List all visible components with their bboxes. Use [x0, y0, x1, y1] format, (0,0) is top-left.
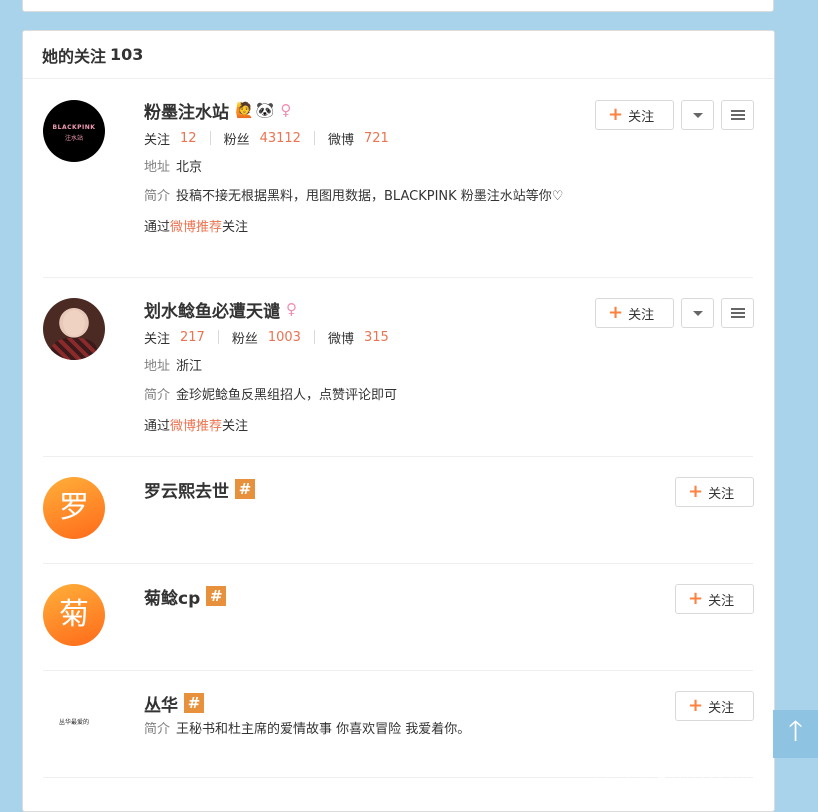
scroll-to-top-button[interactable]: 🡑	[773, 710, 818, 758]
avatar[interactable]	[43, 298, 105, 360]
follow-count[interactable]: 12	[180, 131, 197, 146]
intro-line: 简介 王秘书和杜主席的爱情故事 你喜欢冒险 我爱着你。	[144, 722, 471, 737]
panda-badge-icon: 🐼	[255, 101, 275, 119]
fans-label: 粉丝	[231, 331, 258, 347]
weibo-label: 微博	[327, 331, 354, 347]
via-line: 通过微博推荐关注	[144, 220, 249, 235]
follow-label: 关注	[144, 331, 171, 347]
user-name[interactable]: 划水鲶鱼必遭天谴	[144, 297, 280, 322]
intro-value: 投稿不接无根据黑料，甩图甩数据，BLACKPINK 粉墨注水站等你♡	[176, 189, 564, 204]
weibo-count[interactable]: 315	[364, 330, 389, 345]
female-icon: ♀	[280, 101, 292, 119]
intro-line: 简介 金珍妮鲶鱼反黑组招人，点赞评论即可	[144, 388, 398, 403]
arrow-up-icon: 🡑	[788, 714, 803, 747]
divider	[217, 330, 219, 344]
chevron-down-icon	[692, 112, 703, 118]
hashtag-badge-icon: #	[235, 479, 255, 499]
avatar-logo-text: BLACKPINK	[52, 124, 96, 131]
user-name[interactable]: 罗云熙去世	[144, 477, 229, 502]
menu-icon	[730, 110, 745, 120]
following-panel: 她的关注 103 BLACKPINK 注水站 粉墨注水站 🙋 🐼 ♀ 关注 12 …	[22, 30, 775, 812]
address-line: 地址 浙江	[144, 359, 203, 374]
follow-button[interactable]: + 关注	[675, 691, 754, 721]
user-info: 粉墨注水站 🙋 🐼 ♀ 关注 12 粉丝 43112 微博 721 地址 北京 简介 投稿…	[144, 99, 574, 235]
panel-header: 她的关注 103	[23, 31, 774, 79]
follow-label: 关注	[144, 132, 171, 148]
previous-card	[22, 0, 774, 12]
fans-count[interactable]: 43112	[260, 131, 301, 146]
user-info: 罗云熙去世 #	[144, 477, 255, 502]
user-info: 菊鲶cp #	[144, 584, 227, 609]
plus-icon: +	[688, 588, 704, 609]
weibo-count[interactable]: 721	[364, 131, 389, 146]
follow-button[interactable]: + 关注	[675, 477, 754, 507]
weibo-recommend-link[interactable]: 微博推荐	[170, 220, 222, 235]
user-name[interactable]: 粉墨注水站	[144, 98, 229, 123]
weibo-recommend-link[interactable]: 微博推荐	[170, 419, 222, 434]
follow-button[interactable]: + 关注	[595, 100, 674, 130]
plus-icon: +	[608, 104, 624, 125]
chevron-down-icon	[692, 310, 703, 316]
divider	[313, 131, 315, 145]
watermark: 天涯社区@各种名字被占用	[594, 762, 775, 780]
plus-icon: +	[688, 695, 704, 716]
list-item: 划水鲶鱼必遭天谴 ♀ 关注 217 粉丝 1003 微博 315 地址 浙江 简介 金珍妮…	[43, 278, 754, 457]
via-line: 通过微博推荐关注	[144, 419, 249, 434]
hashtag-badge-icon: #	[184, 693, 204, 713]
avatar-logo-text: 丛华最爱的	[58, 719, 89, 726]
address-line: 地址 北京	[144, 160, 203, 175]
more-dropdown-button[interactable]	[681, 298, 714, 328]
list-item: BLACKPINK 注水站 粉墨注水站 🙋 🐼 ♀ 关注 12 粉丝 43112 微…	[43, 79, 754, 278]
follow-count[interactable]: 217	[180, 330, 205, 345]
menu-button[interactable]	[721, 298, 754, 328]
following-count: 103	[110, 45, 144, 64]
avatar[interactable]: 丛华最爱的	[43, 691, 105, 753]
user-info: 丛华 # 简介 王秘书和杜主席的爱情故事 你喜欢冒险 我爱着你。	[144, 692, 470, 740]
follow-button[interactable]: + 关注	[675, 584, 754, 614]
user-info: 划水鲶鱼必遭天谴 ♀ 关注 217 粉丝 1003 微博 315 地址 浙江 简介 金珍妮…	[144, 298, 574, 434]
divider	[209, 131, 211, 145]
list-item: 菊 菊鲶cp # + 关注	[43, 564, 754, 671]
list-item: 罗 罗云熙去世 # + 关注	[43, 457, 754, 564]
menu-icon	[730, 308, 745, 318]
divider	[313, 330, 315, 344]
follow-button[interactable]: + 关注	[595, 298, 674, 328]
fans-count[interactable]: 1003	[268, 330, 301, 345]
intro-value: 金珍妮鲶鱼反黑组招人，点赞评论即可	[176, 388, 398, 403]
address-value: 北京	[176, 160, 203, 175]
more-dropdown-button[interactable]	[681, 100, 714, 130]
user-name[interactable]: 菊鲶cp	[144, 584, 200, 609]
avatar[interactable]: BLACKPINK 注水站	[43, 100, 105, 162]
intro-value: 王秘书和杜主席的爱情故事 你喜欢冒险 我爱着你。	[176, 722, 471, 737]
hashtag-badge-icon: #	[206, 586, 227, 606]
address-value: 浙江	[176, 359, 203, 374]
intro-line: 简介 投稿不接无根据黑料，甩图甩数据，BLACKPINK 粉墨注水站等你♡	[144, 189, 564, 204]
user-stats: 关注 217 粉丝 1003 微博 315	[144, 329, 574, 347]
female-icon: ♀	[286, 300, 297, 318]
avatar[interactable]: 菊	[43, 584, 105, 646]
plus-icon: +	[608, 302, 624, 323]
weibo-label: 微博	[327, 132, 354, 148]
user-stats: 关注 12 粉丝 43112 微博 721	[144, 130, 574, 148]
emoji-badge-icon: 🙋	[235, 101, 254, 119]
fans-label: 粉丝	[223, 132, 250, 148]
user-name[interactable]: 丛华	[144, 691, 178, 716]
plus-icon: +	[688, 481, 704, 502]
avatar-logo-subtext: 注水站	[64, 135, 83, 142]
menu-button[interactable]	[721, 100, 754, 130]
avatar[interactable]: 罗	[43, 477, 105, 539]
panel-title: 她的关注	[42, 46, 107, 66]
